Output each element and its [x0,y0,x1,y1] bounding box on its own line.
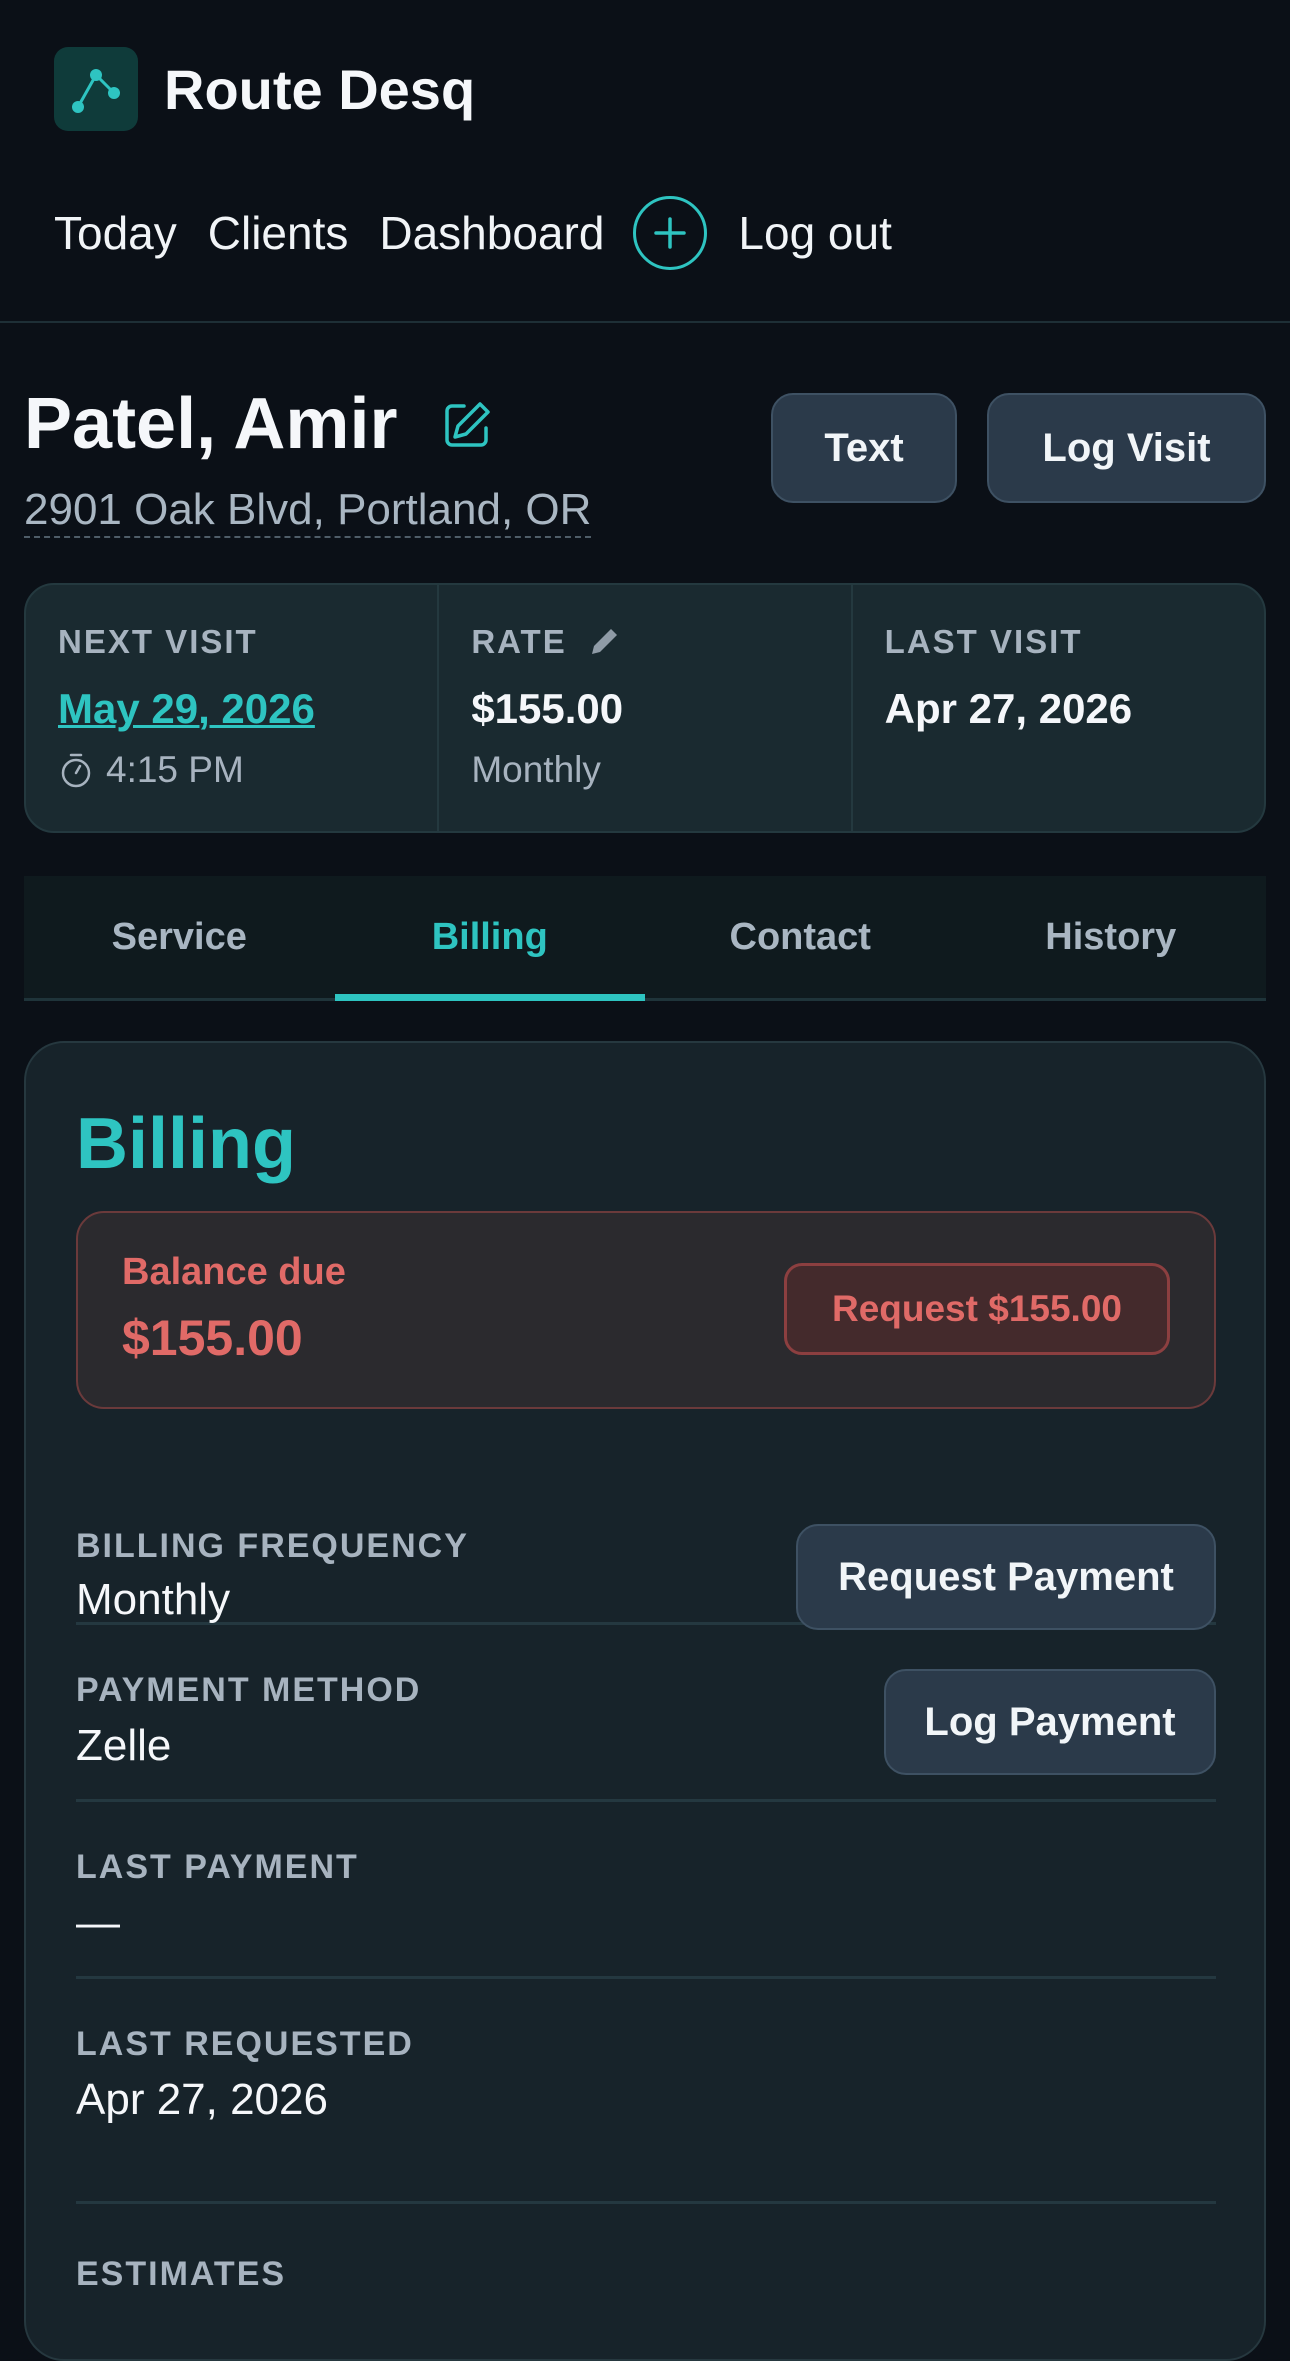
add-button[interactable] [633,196,708,270]
next-visit-date-link[interactable]: May 29, 2026 [58,685,437,733]
next-visit-section: NEXT VISIT May 29, 2026 4:15 PM [26,585,437,831]
nav-today[interactable]: Today [54,206,177,260]
main-nav: Today Clients Dashboard Log out [54,196,923,270]
request-payment-button[interactable]: Request Payment [796,1524,1216,1630]
text-button[interactable]: Text [771,393,957,503]
edit-icon[interactable] [440,398,494,457]
client-name: Patel, Amir [24,384,398,464]
request-balance-button[interactable]: Request $155.00 [784,1263,1170,1355]
summary-panel: NEXT VISIT May 29, 2026 4:15 PM RATE $15… [24,583,1266,833]
billing-frequency-value: Monthly [76,1575,231,1624]
log-payment-button[interactable]: Log Payment [884,1669,1216,1775]
tab-bar: Service Billing Contact History [24,876,1266,1001]
billing-card: Billing Balance due $155.00 Request $155… [24,1041,1266,2361]
client-address[interactable]: 2901 Oak Blvd, Portland, OR [24,484,592,538]
rate-amount: $155.00 [471,685,624,732]
rate-label: RATE [471,623,567,660]
estimates-label: ESTIMATES [76,2255,287,2293]
last-requested-label: LAST REQUESTED [76,2025,414,2063]
plus-icon [654,217,687,249]
app-name: Route Desq [164,57,476,121]
last-payment-value: — [76,1898,120,1947]
billing-frequency-label: BILLING FREQUENCY [76,1527,469,1565]
payment-method-row: PAYMENT METHOD Zelle Log Payment [76,1625,1216,1802]
balance-due-panel: Balance due $155.00 Request $155.00 [76,1211,1216,1409]
rate-label-row: RATE [471,623,850,661]
last-requested-value: Apr 27, 2026 [76,2075,328,2124]
balance-amount: $155.00 [122,1310,303,1366]
stopwatch-icon [61,753,91,788]
payment-method-value: Zelle [76,1721,172,1770]
last-visit-section: LAST VISIT Apr 27, 2026 [850,585,1264,831]
billing-title: Billing [76,1104,296,1184]
nav-clients[interactable]: Clients [208,206,349,260]
rate-section: RATE $155.00 Monthly [437,585,850,831]
next-visit-time-text: 4:15 PM [106,749,244,790]
pencil-icon[interactable] [587,625,621,659]
billing-frequency-row: BILLING FREQUENCY Monthly Request Paymen… [76,1480,1216,1630]
last-payment-row: LAST PAYMENT — [76,1802,1216,1979]
nav-dashboard[interactable]: Dashboard [379,206,604,260]
tab-service[interactable]: Service [24,876,335,998]
last-requested-row: LAST REQUESTED Apr 27, 2026 [76,1979,1216,2204]
last-visit-date: Apr 27, 2026 [884,685,1133,732]
app-header: Route Desq Today Clients Dashboard Log o… [0,0,1290,323]
rate-frequency: Monthly [471,749,601,790]
payment-method-label: PAYMENT METHOD [76,1671,422,1709]
nav-logout[interactable]: Log out [738,206,891,260]
tab-contact[interactable]: Contact [645,876,956,998]
last-visit-label: LAST VISIT [884,623,1083,660]
last-payment-label: LAST PAYMENT [76,1848,359,1886]
balance-label: Balance due [122,1251,346,1293]
next-visit-label: NEXT VISIT [58,623,258,660]
brand[interactable]: Route Desq [54,47,475,131]
log-visit-button[interactable]: Log Visit [987,393,1266,503]
tab-history[interactable]: History [956,876,1267,998]
tab-billing[interactable]: Billing [334,876,646,1001]
route-logo-icon [54,47,138,131]
next-visit-time: 4:15 PM [58,749,437,791]
